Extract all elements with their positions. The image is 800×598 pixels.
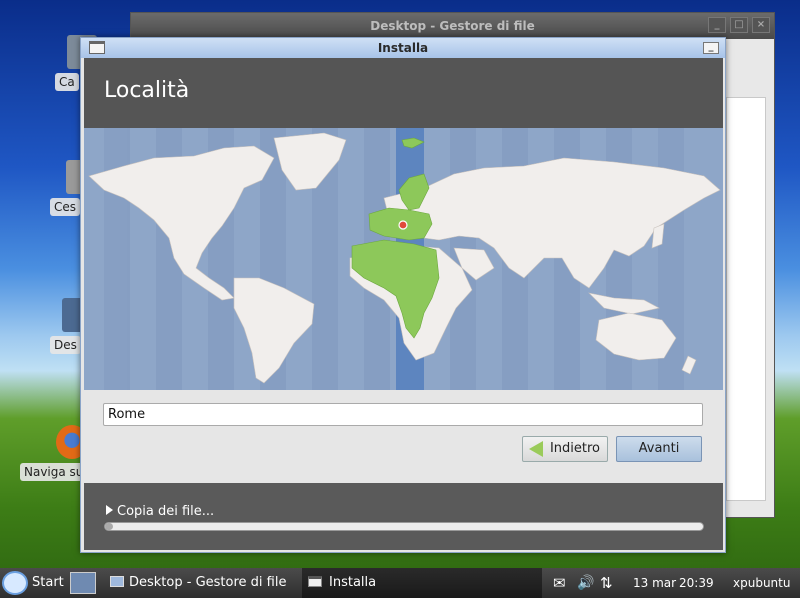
mail-icon[interactable]: ✉ <box>553 568 573 598</box>
maximize-icon[interactable]: □ <box>730 17 748 33</box>
next-button[interactable]: Avanti <box>616 436 702 462</box>
close-icon[interactable]: × <box>752 17 770 33</box>
location-marker-icon <box>398 220 408 230</box>
back-arrow-icon <box>529 441 543 457</box>
minimize-icon[interactable]: _ <box>708 17 726 33</box>
back-button-label: Indietro <box>549 441 601 456</box>
start-button[interactable]: Start <box>0 568 66 598</box>
window-icon <box>89 41 105 54</box>
world-map-icon <box>88 128 721 390</box>
clock-date[interactable]: 13 mar <box>633 568 679 598</box>
file-manager-content <box>726 97 766 501</box>
next-button-label: Avanti <box>638 441 680 456</box>
minimize-icon[interactable]: _ <box>703 42 719 54</box>
file-manager-titlebar: Desktop - Gestore di file _ □ × <box>131 13 774 39</box>
task-install[interactable]: Installa <box>302 568 542 598</box>
install-icon <box>308 576 322 587</box>
start-logo-icon <box>2 571 28 595</box>
file-manager-title: Desktop - Gestore di file <box>370 19 535 33</box>
desktop-icon-label: Ca <box>55 73 79 91</box>
timezone-map[interactable] <box>84 128 723 390</box>
show-desktop-icon[interactable] <box>70 572 96 594</box>
desktop-icon-label: Naviga su <box>20 463 88 481</box>
volume-icon[interactable]: 🔊 <box>577 568 597 598</box>
city-input[interactable] <box>103 403 703 426</box>
username[interactable]: xpubuntu <box>733 568 799 598</box>
desktop-icon-label: Des <box>50 336 81 354</box>
page-header: Località <box>84 58 723 128</box>
clock-time[interactable]: 20:39 <box>679 568 719 598</box>
start-label: Start <box>32 575 64 590</box>
page-title: Località <box>104 78 190 103</box>
task-file-manager[interactable]: Desktop - Gestore di file <box>104 568 300 598</box>
network-icon[interactable]: ⇅ <box>600 568 622 598</box>
install-window: Installa _ Località Rome Indietro Avanti… <box>80 37 726 553</box>
task-install-label: Installa <box>329 575 377 590</box>
progress-fill <box>105 523 113 530</box>
back-button[interactable]: Indietro <box>522 436 608 462</box>
file-manager-icon <box>110 576 124 587</box>
install-titlebar: Installa _ <box>81 38 725 58</box>
taskbar: Start Desktop - Gestore di file Installa… <box>0 568 800 598</box>
progress-label: Copia dei file... <box>117 504 215 519</box>
progress-expander[interactable]: Copia dei file... <box>106 504 214 519</box>
install-title: Installa <box>377 41 429 55</box>
progress-bar <box>104 522 704 531</box>
desktop-icon-label: Ces <box>50 198 81 216</box>
expand-triangle-icon <box>106 505 113 515</box>
progress-section: Copia dei file... <box>84 483 723 550</box>
task-file-manager-label: Desktop - Gestore di file <box>129 575 287 590</box>
